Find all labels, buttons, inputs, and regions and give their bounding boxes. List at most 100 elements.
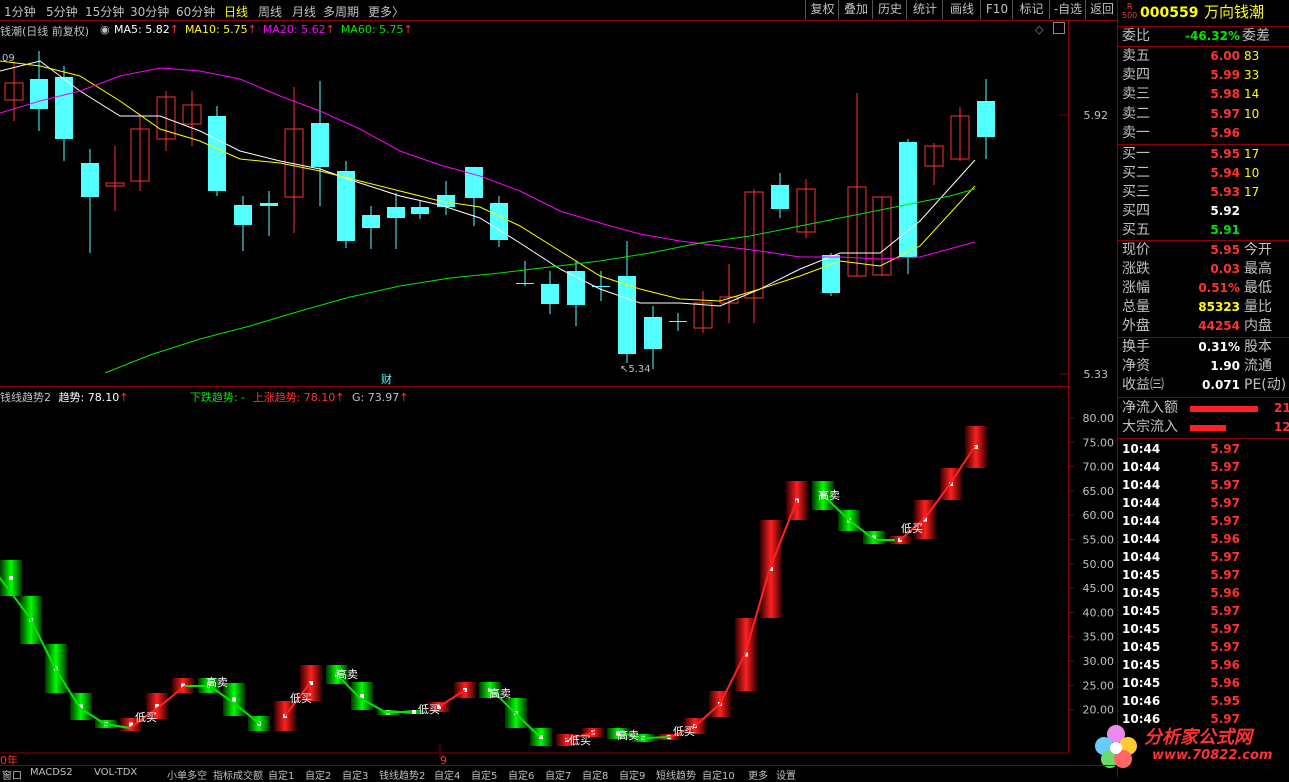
flow-label: 大宗流入 xyxy=(1122,419,1178,435)
indicator-tab-1[interactable]: MACDS2 xyxy=(30,767,73,778)
candle-body xyxy=(30,79,48,109)
bid-row-1-value: 5.94 xyxy=(1210,166,1240,180)
quote-row-1-label: 涨跌 xyxy=(1122,261,1150,277)
indicator-tab-6[interactable]: 自定2 xyxy=(305,767,331,782)
quote-row-4-extra: 内盘 xyxy=(1244,318,1272,334)
candle-body xyxy=(899,142,917,257)
tick-time: 10:44 xyxy=(1122,478,1161,492)
period-tab-3[interactable]: 30分钟 xyxy=(130,3,169,20)
toolbar-button-1[interactable]: 叠加 xyxy=(838,0,873,19)
indicator-tab-12[interactable]: 自定7 xyxy=(545,767,571,782)
toolbar-button-6[interactable]: 标记 xyxy=(1012,0,1050,19)
quote-row-2-value: 0.51% xyxy=(1198,281,1240,295)
candlestick-chart[interactable]: 5.92 5.33 ↖5.34 财 xyxy=(0,21,1118,386)
candle-body xyxy=(337,171,355,241)
price-tick-label: 5.33 xyxy=(1084,368,1109,381)
period-tab-4[interactable]: 60分钟 xyxy=(176,3,215,20)
buy-signal: 低买 xyxy=(569,734,591,747)
period-tab-8[interactable]: 多周期 xyxy=(323,3,359,20)
indicator-tick-label: 20.00 xyxy=(1083,704,1115,717)
ask-row-0-value: 6.00 xyxy=(1210,49,1240,63)
candle-body xyxy=(516,283,534,284)
candle-body xyxy=(311,123,329,167)
candle-body xyxy=(618,276,636,354)
tick-row: 10:44 5.97 xyxy=(1118,494,1289,512)
candle-body xyxy=(362,215,380,228)
bid-row-0-value: 5.95 xyxy=(1210,147,1240,161)
period-tab-1[interactable]: 5分钟 xyxy=(46,3,78,20)
indicator-tabs: 窗口 MACDS2 VOL-TDX 小单多空 指标成交额 自定1 自定2 自定3 钱线趋势2 自定… xyxy=(0,765,1117,782)
period-tab-6[interactable]: 周线 xyxy=(258,3,282,20)
flow-value: 12 xyxy=(1274,420,1289,434)
toolbar-button-5[interactable]: F10 xyxy=(980,0,1013,19)
stock-code: 000559 xyxy=(1140,5,1199,21)
quote2-row-1-extra: 流通 xyxy=(1244,358,1272,374)
period-tab-9[interactable]: 更多〉 xyxy=(368,3,404,20)
indicator-panel[interactable]: 钱线趋势2 趋势: 78.10↑ 下跌趋势: - 上涨趋势: 78.10↑ G:… xyxy=(0,388,1114,765)
period-tab-7[interactable]: 月线 xyxy=(292,3,316,20)
tick-price: 5.97 xyxy=(1210,460,1240,474)
buy-signal: 低买 xyxy=(135,711,157,724)
toolbar-button-3[interactable]: 统计 xyxy=(906,0,943,19)
indicator-tab-7[interactable]: 自定3 xyxy=(342,767,368,782)
indicator-tab-3[interactable]: 小单多空 xyxy=(167,767,207,782)
sell-signal: 高卖 xyxy=(489,686,511,700)
tick-price: 5.96 xyxy=(1210,658,1240,672)
indicator-tab-15[interactable]: 短线趋势 xyxy=(656,767,696,782)
tick-row: 10:45 5.96 xyxy=(1118,656,1289,674)
flow-row-0: 净流入额 21 xyxy=(1118,399,1289,418)
ask-row-1-extra: 33 xyxy=(1244,68,1260,83)
bid-row-1: 买二 5.94 10 xyxy=(1118,164,1289,183)
buy-signal: 低买 xyxy=(901,522,923,535)
toolbar-button-4[interactable]: 画线 xyxy=(942,0,981,19)
indicator-tab-14[interactable]: 自定9 xyxy=(619,767,645,782)
bid-row-3-label: 买四 xyxy=(1122,203,1150,219)
indicator-tab-9[interactable]: 自定4 xyxy=(434,767,460,782)
indicator-tab-13[interactable]: 自定8 xyxy=(582,767,608,782)
period-tab-0[interactable]: 1分钟 xyxy=(4,3,36,20)
tick-price: 5.97 xyxy=(1210,568,1240,582)
low-price-marker: ↖5.34 xyxy=(620,364,651,375)
tick-price: 5.97 xyxy=(1210,640,1240,654)
indicator-tab-18[interactable]: 设置 xyxy=(776,767,796,782)
ask-row-1: 卖四 5.99 33 xyxy=(1118,66,1289,85)
indicator-tab-4[interactable]: 指标成交额 xyxy=(213,767,263,782)
tick-time: 10:45 xyxy=(1122,604,1161,618)
candle-body xyxy=(977,101,995,137)
indicator-tab-10[interactable]: 自定5 xyxy=(471,767,497,782)
quote2-row-2-label: 收益㈢ xyxy=(1122,377,1164,393)
toolbar-button-2[interactable]: 历史 xyxy=(872,0,907,19)
quote-row-1: 涨跌 0.03 最高 xyxy=(1118,260,1289,279)
indicator-tick-label: 30.00 xyxy=(1083,655,1115,668)
ma20-line xyxy=(0,67,976,260)
indicator-tab-16[interactable]: 自定10 xyxy=(702,767,735,782)
indicator-tab-8[interactable]: 钱线趋势2 xyxy=(379,767,425,782)
toolbar-button-0[interactable]: 复权 xyxy=(805,0,839,19)
bid-row-2: 买三 5.93 17 xyxy=(1118,183,1289,202)
tick-time: 10:46 xyxy=(1122,694,1161,708)
toolbar-button-7[interactable]: -自选 xyxy=(1049,0,1086,19)
bid-row-0: 买一 5.95 17 xyxy=(1118,145,1289,164)
flow-bar xyxy=(1190,425,1226,431)
toolbar-button-8[interactable]: 返回 xyxy=(1085,0,1118,19)
indicator-tab-2[interactable]: VOL-TDX xyxy=(94,767,137,778)
indicator-tab-11[interactable]: 自定6 xyxy=(508,767,534,782)
ask-row-1-value: 5.99 xyxy=(1210,68,1240,83)
candle-body xyxy=(567,271,585,305)
period-tab-2[interactable]: 15分钟 xyxy=(85,3,124,20)
quote-row-4-value: 44254 xyxy=(1198,319,1240,333)
bid-row-4: 买五 5.91 xyxy=(1118,221,1289,240)
watermark-logo: 分析家公式网 www.70822.com xyxy=(1090,720,1289,770)
tick-price: 5.97 xyxy=(1210,604,1240,618)
trend-indicator-chart[interactable]: 80.00 75.00 70.00 65.00 60.00 55.00 50.00 45.00… xyxy=(0,388,1118,765)
quote-row-0-label: 现价 xyxy=(1122,242,1150,258)
watermark-url: www.70822.com xyxy=(1152,748,1273,763)
tick-time: 10:45 xyxy=(1122,676,1161,690)
indicator-tab-0[interactable]: 窗口 xyxy=(2,767,22,782)
indicator-tab-5[interactable]: 自定1 xyxy=(268,767,294,782)
period-tab-5[interactable]: 日线 xyxy=(224,3,248,20)
indicator-tab-17[interactable]: 更多 xyxy=(748,767,768,782)
trend-dot xyxy=(9,576,13,580)
candlestick-panel[interactable]: 钱潮(日线 前复权) ◉ MA5: 5.82↑ MA10: 5.75↑ MA20: … xyxy=(0,21,1108,387)
price-tick-label: 5.92 xyxy=(1084,109,1109,122)
